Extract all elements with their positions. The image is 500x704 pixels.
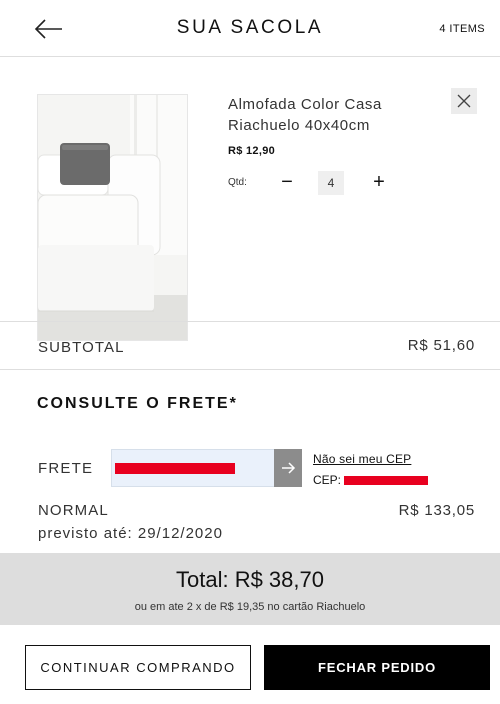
quantity-label: Qtd: [228,177,247,188]
subtotal-value: R$ 51,60 [407,337,475,354]
subtotal-label: SUBTOTAL [38,339,125,356]
quantity-value[interactable]: 4 [318,171,344,195]
frete-label: FRETE [38,460,94,477]
product-image[interactable] [37,94,188,341]
dont-know-cep-link[interactable]: Não sei meu CEP [313,452,411,466]
shipping-method: NORMAL [38,502,109,519]
remove-item-close-icon[interactable] [451,88,477,114]
cep-input-redaction [115,463,235,474]
header: SUA SACOLA 4 ITEMS [0,0,500,57]
item-count: 4 ITEMS [439,23,485,35]
increase-quantity-button[interactable]: + [370,171,388,193]
cart-item: Almofada Color Casa Riachuelo 40x40cm R$… [0,57,500,341]
shipping-price: R$ 133,05 [398,502,475,519]
installments-info: ou em ate 2 x de R$ 19,35 no cartão Riac… [134,601,366,613]
delivery-forecast: previsto até: 29/12/2020 [38,525,223,542]
product-name[interactable]: Almofada Color Casa Riachuelo 40x40cm [228,94,438,136]
page-title: SUA SACOLA [176,17,324,38]
continue-shopping-button[interactable]: CONTINUAR COMPRANDO [25,645,251,690]
totals-bar: Total: R$ 38,70 ou em ate 2 x de R$ 19,3… [0,553,500,625]
product-price: R$ 12,90 [228,145,276,157]
subtotal-row: SUBTOTAL R$ 51,60 [0,321,500,370]
cep-submit-button[interactable] [274,449,302,487]
shipping-title: CONSULTE O FRETE* [37,395,238,412]
arrow-right-icon [282,462,296,474]
total-value: Total: R$ 38,70 [176,567,324,592]
decrease-quantity-button[interactable]: − [278,171,296,193]
cep-label: CEP: [313,473,342,487]
cep-value-redaction [344,476,428,485]
checkout-button[interactable]: FECHAR PEDIDO [264,645,490,690]
cep-input[interactable] [111,449,275,487]
